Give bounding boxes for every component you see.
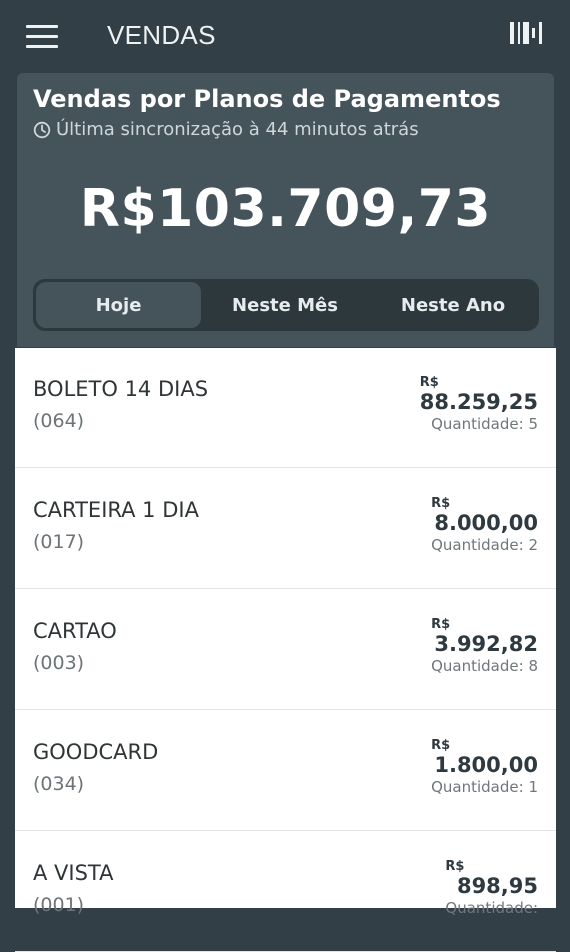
plan-amount: 8.000,00 xyxy=(434,511,538,535)
plan-code: (034) xyxy=(33,773,85,795)
plan-name: CARTEIRA 1 DIA xyxy=(33,498,199,522)
period-selector: Hoje Neste Mês Neste Ano xyxy=(33,279,539,331)
hamburger-menu-icon[interactable] xyxy=(26,24,58,50)
plan-name: A VISTA xyxy=(33,861,114,885)
tab-neste-mes[interactable]: Neste Mês xyxy=(201,282,369,328)
app-bar: VENDAS xyxy=(0,0,570,72)
barcode-icon[interactable] xyxy=(508,18,546,48)
payment-plan-list: BOLETO 14 DIAS (064) R$ 88.259,25 Quanti… xyxy=(15,348,556,952)
currency-label: R$ xyxy=(431,496,451,511)
plan-name: BOLETO 14 DIAS xyxy=(33,377,209,401)
sync-status: Última sincronização à 44 minutos atrás xyxy=(33,119,419,140)
plan-code: (001) xyxy=(33,894,85,916)
total-amount: R$103.709,73 xyxy=(79,179,492,239)
plan-quantity: Quantidade: xyxy=(445,899,538,917)
plan-amount: 898,95 xyxy=(456,874,538,898)
plan-quantity: Quantidade: 1 xyxy=(431,778,538,796)
tab-hoje[interactable]: Hoje xyxy=(36,282,201,328)
currency-label: R$ xyxy=(431,617,451,632)
sales-summary-card: Vendas por Planos de Pagamentos Última s… xyxy=(17,73,554,347)
list-item[interactable]: CARTAO (003) R$ 3.992,82 Quantidade: 8 xyxy=(15,590,556,710)
currency-label: R$ xyxy=(431,738,451,753)
plan-name: CARTAO xyxy=(33,619,117,643)
list-item[interactable]: CARTEIRA 1 DIA (017) R$ 8.000,00 Quantid… xyxy=(15,469,556,589)
plan-values: R$ 1.800,00 Quantidade: 1 xyxy=(431,739,538,797)
plan-values: R$ 88.259,25 Quantidade: 5 xyxy=(420,376,538,434)
list-item[interactable]: A VISTA (001) R$ 898,95 Quantidade: xyxy=(15,832,556,952)
list-item[interactable]: GOODCARD (034) R$ 1.800,00 Quantidade: 1 xyxy=(15,711,556,831)
summary-title: Vendas por Planos de Pagamentos xyxy=(33,85,501,113)
plan-quantity: Quantidade: 2 xyxy=(431,536,538,554)
currency-label: R$ xyxy=(419,375,439,390)
plan-values: R$ 3.992,82 Quantidade: 8 xyxy=(431,618,538,676)
plan-quantity: Quantidade: 5 xyxy=(431,415,538,433)
plan-name: GOODCARD xyxy=(33,740,159,764)
plan-values: R$ 8.000,00 Quantidade: 2 xyxy=(431,497,538,555)
currency-label: R$ xyxy=(445,859,465,874)
list-item[interactable]: BOLETO 14 DIAS (064) R$ 88.259,25 Quanti… xyxy=(15,348,556,468)
plan-amount: 3.992,82 xyxy=(434,632,538,656)
app-title: VENDAS xyxy=(107,20,216,50)
plan-values: R$ 898,95 Quantidade: xyxy=(445,860,538,918)
plan-amount: 1.800,00 xyxy=(434,753,538,777)
clock-icon xyxy=(33,121,51,139)
plan-code: (064) xyxy=(33,410,85,432)
plan-quantity: Quantidade: 8 xyxy=(431,657,538,675)
plan-code: (003) xyxy=(33,652,85,674)
plan-amount: 88.259,25 xyxy=(419,390,538,414)
plan-code: (017) xyxy=(33,531,85,553)
sync-text: Última sincronização à 44 minutos atrás xyxy=(56,119,419,140)
tab-neste-ano[interactable]: Neste Ano xyxy=(369,282,537,328)
